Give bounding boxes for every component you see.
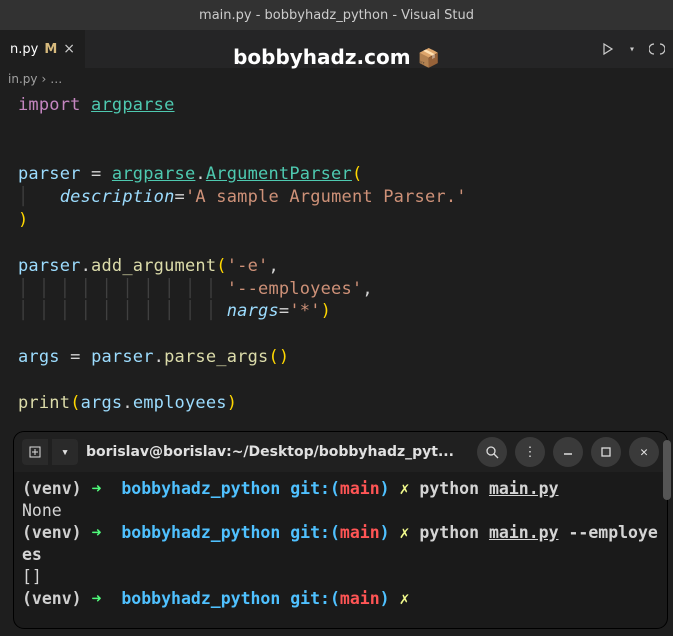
new-tab-button[interactable] [22, 439, 48, 465]
tab-dropdown-button[interactable]: ▾ [52, 439, 78, 465]
maximize-icon[interactable] [591, 437, 621, 467]
window-title: main.py - bobbyhadz_python - Visual Stud [199, 8, 474, 23]
chevron-down-icon[interactable]: ▾ [629, 44, 635, 55]
compare-icon[interactable] [649, 41, 665, 57]
tab-bar: n.py M × ▾ [0, 30, 673, 68]
search-icon[interactable] [477, 437, 507, 467]
minimize-icon[interactable] [553, 437, 583, 467]
tab-filename: n.py [10, 42, 38, 57]
run-icon[interactable] [601, 42, 615, 56]
breadcrumb[interactable]: in.py › … [0, 68, 673, 90]
breadcrumb-file: in.py [8, 72, 37, 86]
window-titlebar: main.py - bobbyhadz_python - Visual Stud [0, 0, 673, 30]
breadcrumb-sep: › [41, 72, 46, 86]
scrollbar-thumb[interactable] [663, 440, 671, 500]
terminal-output[interactable]: (venv) ➜ bobbyhadz_python git:(main) ✗ p… [14, 472, 667, 616]
terminal-panel: ▾ borislav@borislav:~/Desktop/bobbyhadz_… [14, 432, 667, 628]
close-terminal-icon[interactable]: ✕ [629, 437, 659, 467]
terminal-title: borislav@borislav:~/Desktop/bobbyhadz_py… [86, 444, 469, 460]
close-icon[interactable]: × [63, 41, 75, 57]
modified-indicator: M [44, 42, 57, 57]
tab-main-py[interactable]: n.py M × [0, 30, 85, 68]
code-editor[interactable]: import argparse parser = argparse.Argume… [0, 90, 673, 419]
terminal-header: ▾ borislav@borislav:~/Desktop/bobbyhadz_… [14, 432, 667, 472]
menu-icon[interactable]: ⋮ [515, 437, 545, 467]
breadcrumb-more: … [50, 72, 62, 86]
